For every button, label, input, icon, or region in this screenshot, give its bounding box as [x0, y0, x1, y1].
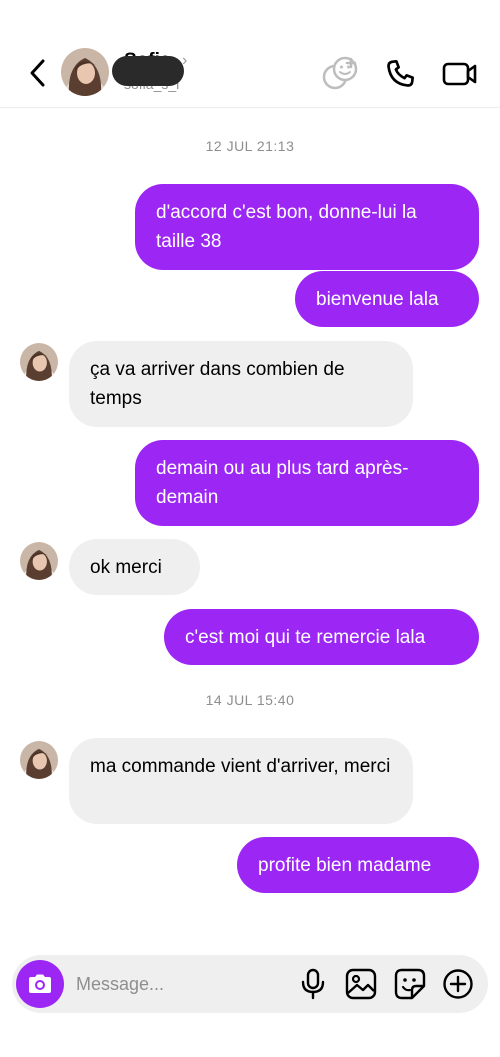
gallery-icon — [345, 968, 377, 1000]
back-button[interactable] — [22, 55, 52, 91]
chat-header: Sofia › sofia_s_l — [0, 0, 500, 108]
microphone-icon — [301, 968, 325, 1000]
call-button[interactable] — [380, 54, 420, 94]
outgoing-message[interactable]: profite bien madame — [237, 837, 479, 893]
outgoing-message[interactable]: c'est moi qui te remercie lala — [164, 609, 479, 665]
sender-avatar[interactable] — [20, 741, 58, 779]
timestamp: 14 JUL 15:40 — [205, 692, 295, 708]
effects-icon — [322, 56, 358, 90]
more-options-button[interactable] — [441, 967, 475, 1001]
sender-avatar[interactable] — [20, 542, 58, 580]
contact-avatar[interactable] — [61, 48, 109, 96]
plus-icon — [443, 969, 473, 999]
phone-icon — [387, 60, 414, 87]
outgoing-message[interactable]: bienvenue lala — [295, 271, 479, 327]
sticker-icon — [394, 968, 426, 1000]
camera-icon — [29, 974, 51, 993]
sender-avatar[interactable] — [20, 343, 58, 381]
voice-message-button[interactable] — [296, 967, 330, 1001]
chevron-left-icon — [30, 59, 45, 87]
outgoing-message[interactable]: d'accord c'est bon, donne-lui la taille … — [135, 184, 479, 270]
gallery-button[interactable] — [344, 967, 378, 1001]
incoming-message[interactable]: ma commande vient d'arriver, merci — [69, 738, 413, 824]
video-camera-icon — [442, 62, 477, 86]
timestamp: 12 JUL 21:13 — [205, 138, 295, 154]
message-composer — [12, 955, 488, 1013]
redaction-overlay — [112, 56, 184, 86]
camera-button[interactable] — [16, 960, 64, 1008]
message-input[interactable] — [76, 965, 286, 1003]
contact-info[interactable]: Sofia › sofia_s_l — [112, 50, 244, 96]
incoming-message[interactable]: ok merci — [69, 539, 200, 595]
video-call-button[interactable] — [440, 54, 480, 94]
outgoing-message[interactable]: demain ou au plus tard après-demain — [135, 440, 479, 526]
effects-button[interactable] — [320, 54, 360, 94]
incoming-message[interactable]: ça va arriver dans combien de temps — [69, 341, 413, 427]
sticker-button[interactable] — [393, 967, 427, 1001]
